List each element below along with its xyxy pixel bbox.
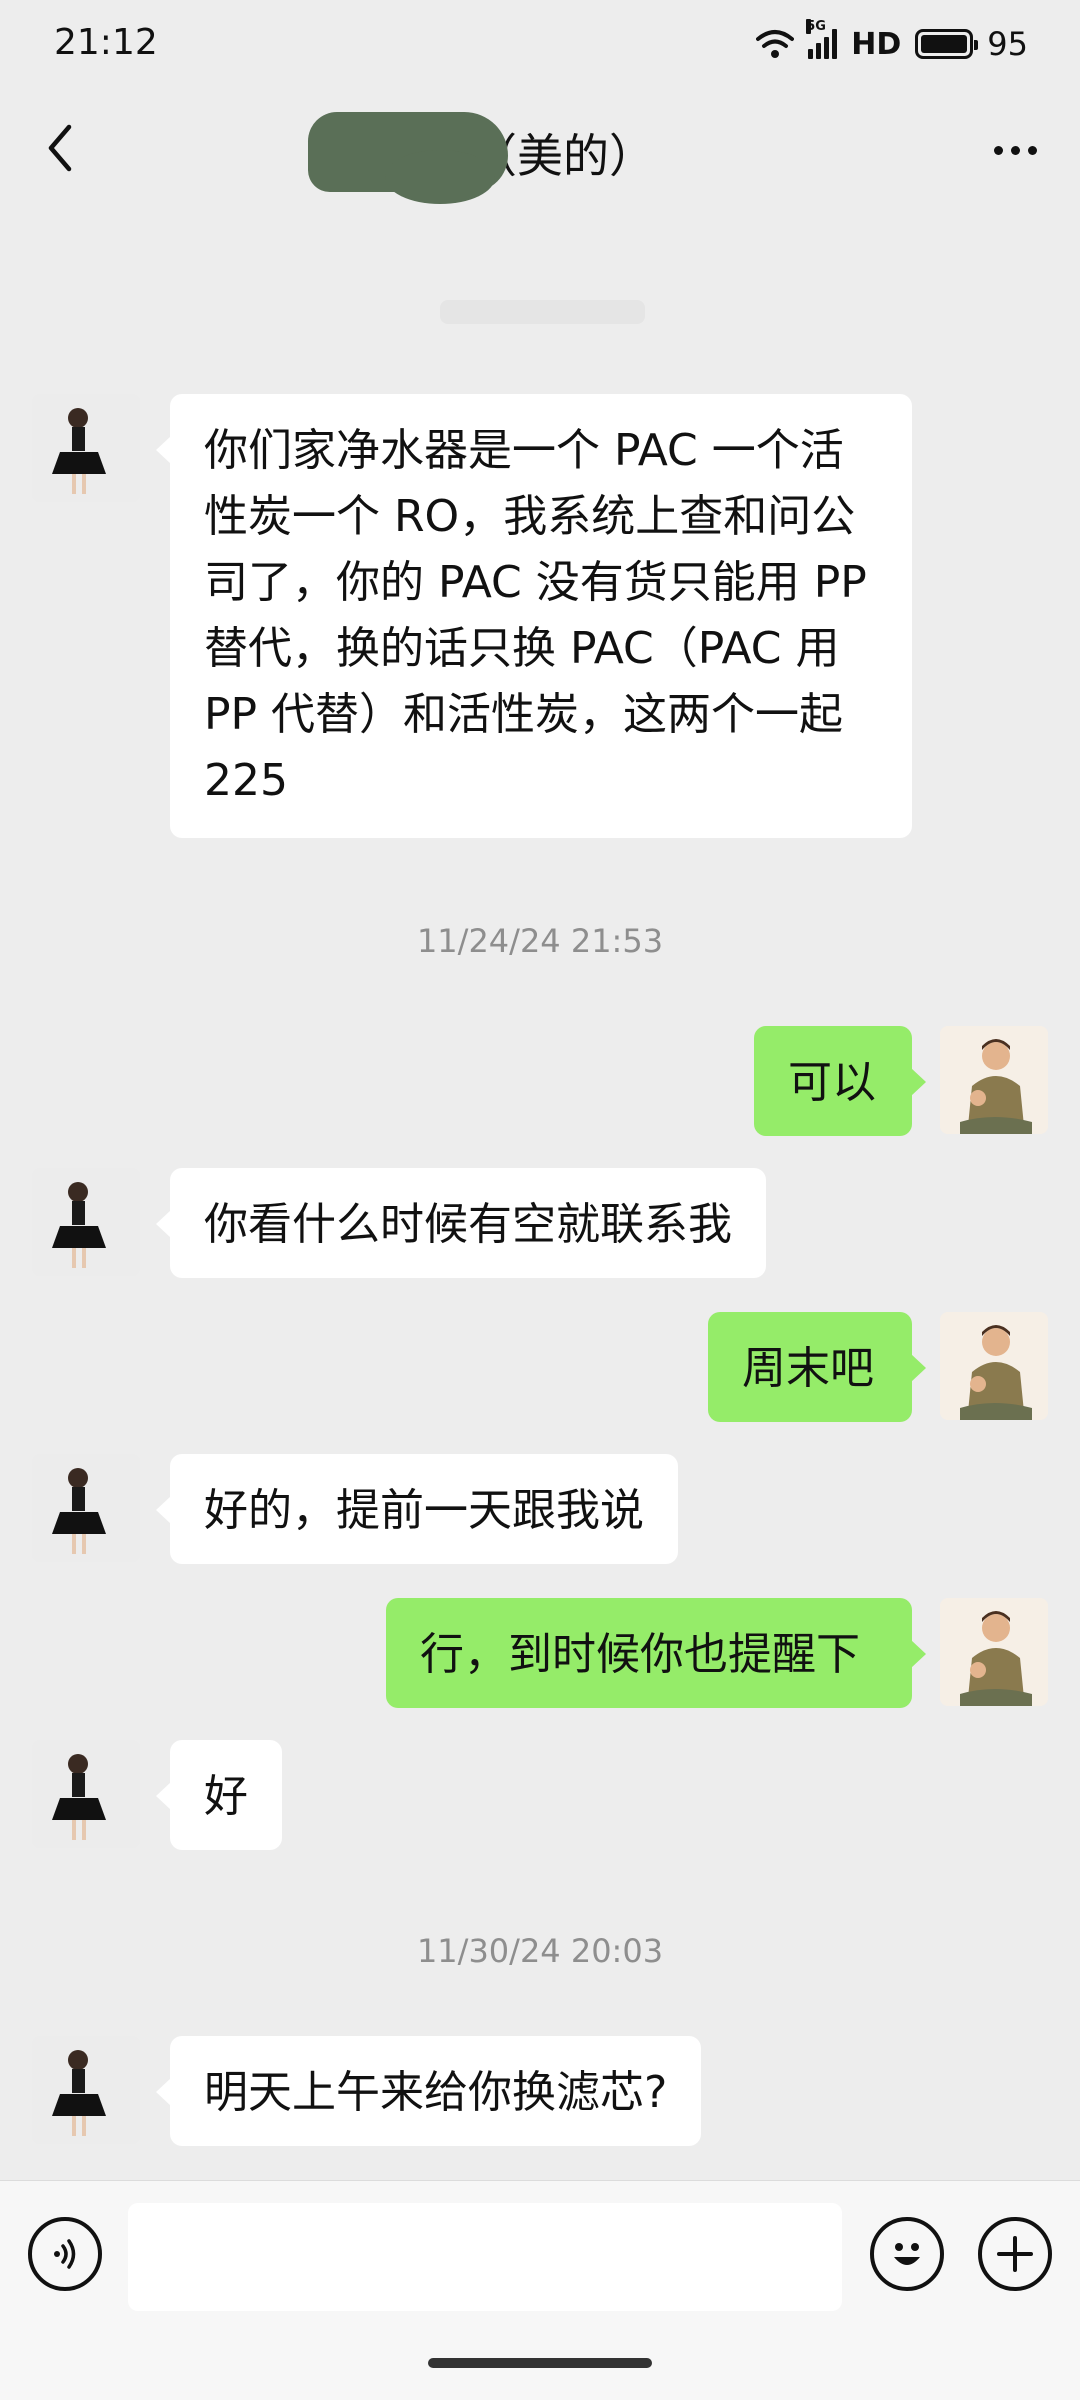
message-bubble-incoming[interactable]: 好 xyxy=(156,1740,282,1850)
man-avatar-image xyxy=(940,1598,1048,1706)
emoji-button[interactable] xyxy=(870,2217,944,2291)
man-avatar-image xyxy=(940,1026,1048,1134)
girl-avatar-image xyxy=(32,1168,140,1276)
wifi-icon xyxy=(756,30,795,58)
blurred-timestamp xyxy=(440,300,645,324)
battery-level: 95 xyxy=(987,25,1028,63)
girl-avatar-image xyxy=(32,1454,140,1562)
status-icons: 5G HD 95 xyxy=(756,19,1028,66)
contact-avatar[interactable] xyxy=(32,1740,140,1848)
more-options-button[interactable] xyxy=(980,120,1050,180)
girl-avatar-image xyxy=(32,2036,140,2144)
man-avatar-image xyxy=(940,1312,1048,1420)
message-bubble-incoming[interactable]: 你看什么时候有空就联系我 xyxy=(156,1168,766,1278)
more-dots-icon xyxy=(993,145,1003,155)
chat-title: 王（美的） xyxy=(425,129,655,183)
message-input[interactable] xyxy=(128,2203,842,2311)
message-timestamp: 11/30/24 20:03 xyxy=(416,1932,664,1970)
girl-avatar-image xyxy=(32,1740,140,1848)
status-time: 21:12 xyxy=(54,22,158,63)
network-type: 5G xyxy=(806,19,826,34)
chat-header: 王（美的） xyxy=(0,90,1080,210)
contact-avatar[interactable] xyxy=(32,1454,140,1562)
contact-avatar[interactable] xyxy=(32,1168,140,1276)
battery-icon xyxy=(915,29,979,59)
hd-indicator: HD xyxy=(851,26,902,62)
message-timestamp: 11/24/24 21:53 xyxy=(416,922,664,960)
message-bubble-outgoing[interactable]: 行，到时候你也提醒下 xyxy=(386,1598,926,1708)
status-bar: 21:12 5G HD 95 xyxy=(0,0,1080,90)
contact-avatar[interactable] xyxy=(32,394,140,502)
signal-icon: 5G xyxy=(806,19,838,59)
girl-avatar-image xyxy=(32,394,140,502)
add-icon xyxy=(997,2236,1033,2272)
message-bubble-outgoing[interactable]: 可以 xyxy=(754,1026,926,1136)
voice-icon xyxy=(54,2239,76,2269)
my-avatar[interactable] xyxy=(940,1598,1048,1706)
voice-button[interactable] xyxy=(28,2217,102,2291)
message-bubble-incoming[interactable]: 你们家净水器是一个 PAC 一个活性炭一个 RO，我系统上查和问公司了，你的 P… xyxy=(156,394,912,838)
contact-avatar[interactable] xyxy=(32,2036,140,2144)
my-avatar[interactable] xyxy=(940,1026,1048,1134)
my-avatar[interactable] xyxy=(940,1312,1048,1420)
message-bubble-outgoing[interactable]: 周末吧 xyxy=(708,1312,926,1422)
message-bubble-incoming[interactable]: 好的，提前一天跟我说 xyxy=(156,1454,678,1564)
redaction-blot xyxy=(385,150,495,204)
add-button[interactable] xyxy=(978,2217,1052,2291)
emoji-icon xyxy=(894,2243,920,2265)
home-indicator[interactable] xyxy=(428,2358,652,2368)
message-bubble-incoming[interactable]: 明天上午来给你换滤芯? xyxy=(155,2036,702,2146)
